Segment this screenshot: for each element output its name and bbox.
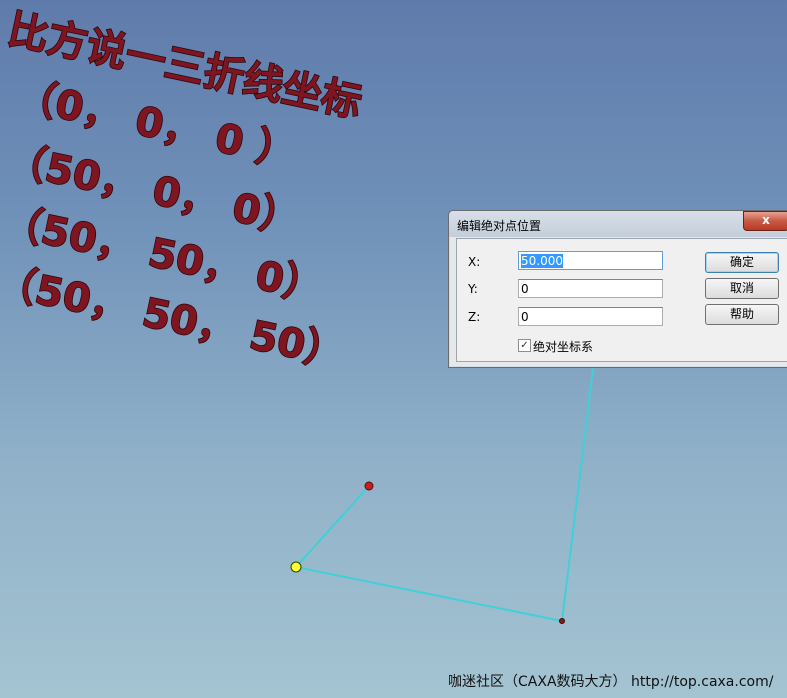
dialog-body: X: 50.000 Y: 0 Z: 0 确定 取消 帮助 ✓ 绝对坐标系 <box>456 238 787 362</box>
watermark-text: 咖迷社区（CAXA数码大方） http://top.caxa.com/ <box>448 674 774 690</box>
ok-button[interactable]: 确定 <box>705 252 779 273</box>
checkmark-icon: ✓ <box>520 340 529 351</box>
z-label: Z: <box>468 310 481 324</box>
polyline-segments[interactable] <box>294 359 595 623</box>
point-marker-red[interactable] <box>364 481 374 491</box>
y-label: Y: <box>468 282 478 296</box>
x-input-value: 50.000 <box>521 254 563 268</box>
help-button[interactable]: 帮助 <box>705 304 779 325</box>
close-icon: x <box>762 213 770 227</box>
y-input[interactable]: 0 <box>518 279 663 298</box>
dialog-title: 编辑绝对点位置 <box>457 219 542 233</box>
x-label: X: <box>468 255 481 269</box>
absolute-coords-checkbox[interactable]: ✓ <box>518 339 531 352</box>
z-input-value: 0 <box>521 310 529 324</box>
y-input-value: 0 <box>521 282 529 296</box>
x-input[interactable]: 50.000 <box>518 251 663 270</box>
edit-absolute-point-dialog: 编辑绝对点位置 x X: 50.000 Y: 0 Z: 0 确定 取消 帮助 ✓… <box>448 210 787 368</box>
point-marker-dark[interactable] <box>559 618 565 624</box>
z-input[interactable]: 0 <box>518 307 663 326</box>
dialog-titlebar[interactable]: 编辑绝对点位置 x <box>449 211 787 237</box>
close-button[interactable]: x <box>743 211 787 231</box>
cancel-button[interactable]: 取消 <box>705 278 779 299</box>
absolute-coords-label[interactable]: 绝对坐标系 <box>533 338 593 355</box>
point-marker-yellow[interactable] <box>290 561 302 573</box>
